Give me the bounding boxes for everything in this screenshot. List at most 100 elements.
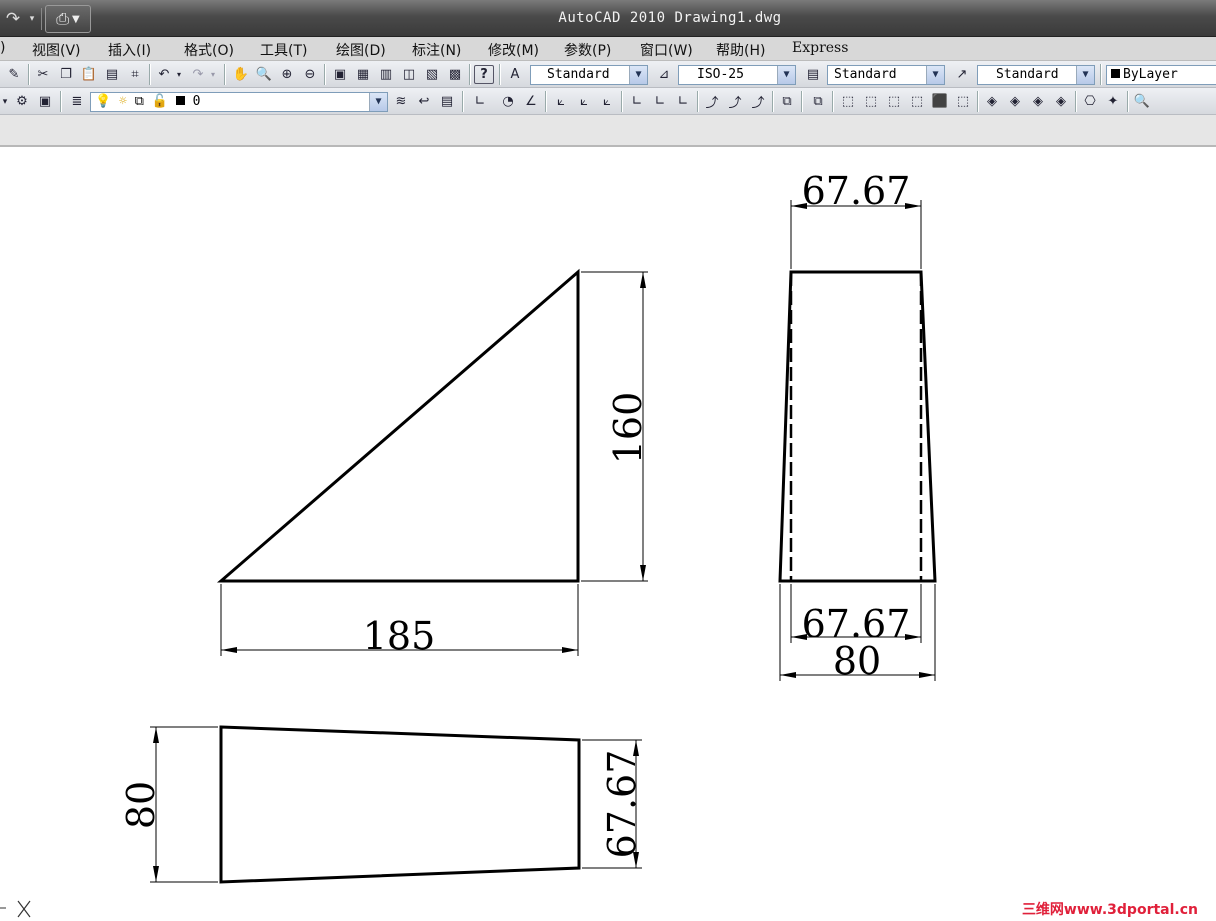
text-style-select[interactable]: Standard ▼ [530, 65, 648, 85]
watermark: 三维网www.3dportal.cn [1021, 902, 1198, 918]
layer-lock-icon: 🔓 [151, 94, 168, 109]
top-view[interactable]: 80 67.67 [119, 725, 644, 884]
redo-dropdown-icon[interactable]: ▾ [208, 65, 218, 84]
layer-select[interactable]: 💡 ☼ ⧉ 🔓 0 ▼ [90, 92, 388, 112]
ucs-z-icon[interactable]: ⤴ [748, 92, 768, 111]
zoom-realtime-icon[interactable]: 🔍 [254, 65, 274, 84]
trapezoid-outline [778, 270, 937, 583]
cut-icon[interactable]: ✂ [33, 65, 53, 84]
se-isometric-icon[interactable]: ◈ [1005, 92, 1025, 111]
menu-item-partial[interactable]: ) [0, 40, 5, 56]
calculator-icon[interactable]: ▩ [445, 65, 465, 84]
left-view-icon[interactable]: ⬚ [884, 92, 904, 111]
ucs-y-icon[interactable]: ⤴ [725, 92, 745, 111]
pan-icon[interactable]: ✋ [231, 65, 251, 84]
top-view-icon[interactable]: ⬚ [838, 92, 858, 111]
design-center-icon[interactable]: ▦ [353, 65, 373, 84]
multileader-style-select[interactable]: Standard ▼ [977, 65, 1095, 85]
match-properties-icon[interactable]: ▤ [102, 65, 122, 84]
menu-bar: ) 视图(V) 插入(I) 格式(O) 工具(T) 绘图(D) 标注(N) 修改… [0, 37, 1216, 61]
sheet-set-icon[interactable]: ◫ [399, 65, 419, 84]
workspace-settings-icon[interactable]: ⚙ [12, 92, 32, 111]
menu-item-modify[interactable]: 修改(M) [488, 40, 539, 60]
toolbar-separator [1100, 64, 1102, 85]
menu-item-express[interactable]: Express [792, 40, 848, 56]
dim-text-left-height: 80 [119, 781, 163, 829]
toolbar-separator [224, 64, 226, 85]
dimension-style-select[interactable]: ISO-25 ▼ [678, 65, 796, 85]
text-style-icon[interactable]: A [505, 65, 525, 84]
back-view-icon[interactable]: ⬚ [953, 92, 973, 111]
undo-dropdown-icon[interactable]: ▾ [174, 65, 184, 84]
named-views-icon[interactable]: ⧉ [808, 92, 828, 111]
menu-item-insert[interactable]: 插入(I) [108, 40, 151, 60]
bottom-view-icon[interactable]: ⬚ [861, 92, 881, 111]
toolbar-separator [772, 91, 774, 112]
table-style-icon[interactable]: ▤ [803, 65, 823, 84]
menu-item-dimension[interactable]: 标注(N) [412, 40, 461, 60]
layer-state-icon[interactable]: ▤ [437, 92, 457, 111]
zoom-icon[interactable]: 🔍 [1132, 92, 1152, 111]
ucs-icon[interactable]: ⟀ [551, 92, 571, 111]
toolbar-separator [621, 91, 623, 112]
menu-item-help[interactable]: 帮助(H) [716, 40, 765, 60]
triangle-outline [216, 268, 580, 583]
menu-item-tools[interactable]: 工具(T) [260, 40, 307, 60]
properties-icon[interactable]: ▣ [330, 65, 350, 84]
table-style-value: Standard [834, 67, 897, 82]
front-view-icon[interactable]: ⬛ [930, 92, 950, 111]
menu-item-window[interactable]: 窗口(W) [640, 40, 693, 60]
toolbar-separator [462, 91, 464, 112]
ucs-world-icon[interactable]: ⟀ [597, 92, 617, 111]
dimension-style-icon[interactable]: ⊿ [654, 65, 674, 84]
block-editor-icon[interactable]: ⌗ [125, 65, 145, 84]
dimension-angle-icon[interactable]: ∠ [521, 92, 541, 111]
ucs-face-icon[interactable]: ∟ [650, 92, 670, 111]
dim-text-right-height: 67.67 [600, 750, 644, 859]
ucs-object-icon[interactable]: ∟ [627, 92, 647, 111]
ucs-previous-icon[interactable]: ⟀ [574, 92, 594, 111]
front-view[interactable]: 185 160 [216, 268, 650, 658]
right-view-icon[interactable]: ⬚ [907, 92, 927, 111]
menu-item-view[interactable]: 视图(V) [32, 40, 81, 60]
camera-icon[interactable]: ⎔ [1080, 92, 1100, 111]
dim-text-outer-width: 80 [833, 639, 881, 683]
menu-item-draw[interactable]: 绘图(D) [336, 40, 386, 60]
copy-icon[interactable]: ❐ [56, 65, 76, 84]
dim-text-top-width: 67.67 [802, 169, 911, 213]
toolbar-separator [60, 91, 62, 112]
drawing-canvas[interactable]: 185 160 67.67 67.67 80 80 67.67 [0, 149, 1216, 921]
table-style-select[interactable]: Standard ▼ [827, 65, 945, 85]
sw-isometric-icon[interactable]: ◈ [982, 92, 1002, 111]
menu-item-parametric[interactable]: 参数(P) [564, 40, 611, 60]
layer-color-swatch-icon [175, 96, 185, 105]
edit-icon[interactable]: ✎ [4, 65, 24, 84]
layer-previous-icon[interactable]: ↩ [414, 92, 434, 111]
side-view[interactable]: 67.67 67.67 80 [778, 169, 937, 683]
dimension-radius-icon[interactable]: ◔ [498, 92, 518, 111]
toolbar-separator [149, 64, 151, 85]
linear-dimension-icon[interactable]: ∟ [470, 92, 490, 111]
help-icon[interactable]: ? [474, 65, 494, 84]
ucs-view-icon[interactable]: ∟ [673, 92, 693, 111]
redo-icon[interactable]: ↷ [188, 65, 208, 84]
tool-palettes-icon[interactable]: ▥ [376, 65, 396, 84]
zoom-previous-icon[interactable]: ⊖ [300, 65, 320, 84]
markup-icon[interactable]: ▧ [422, 65, 442, 84]
toolbar-separator [1127, 91, 1129, 112]
zoom-window-icon[interactable]: ⊕ [277, 65, 297, 84]
make-current-layer-icon[interactable]: ≋ [391, 92, 411, 111]
color-select[interactable]: ByLayer [1106, 65, 1216, 85]
apply-ucs-icon[interactable]: ⧉ [777, 92, 797, 111]
chevron-down-icon[interactable]: ▾ [0, 92, 10, 111]
multileader-style-icon[interactable]: ↗ [952, 65, 972, 84]
menu-item-format[interactable]: 格式(O) [184, 40, 234, 60]
ne-isometric-icon[interactable]: ◈ [1028, 92, 1048, 111]
nw-isometric-icon[interactable]: ◈ [1051, 92, 1071, 111]
ucs-x-icon[interactable]: ⤴ [702, 92, 722, 111]
workspace-icon[interactable]: ▣ [35, 92, 55, 111]
undo-icon[interactable]: ↶ [154, 65, 174, 84]
new-view-icon[interactable]: ✦ [1103, 92, 1123, 111]
paste-icon[interactable]: 📋 [79, 65, 99, 84]
layer-properties-icon[interactable]: ≣ [67, 92, 87, 111]
